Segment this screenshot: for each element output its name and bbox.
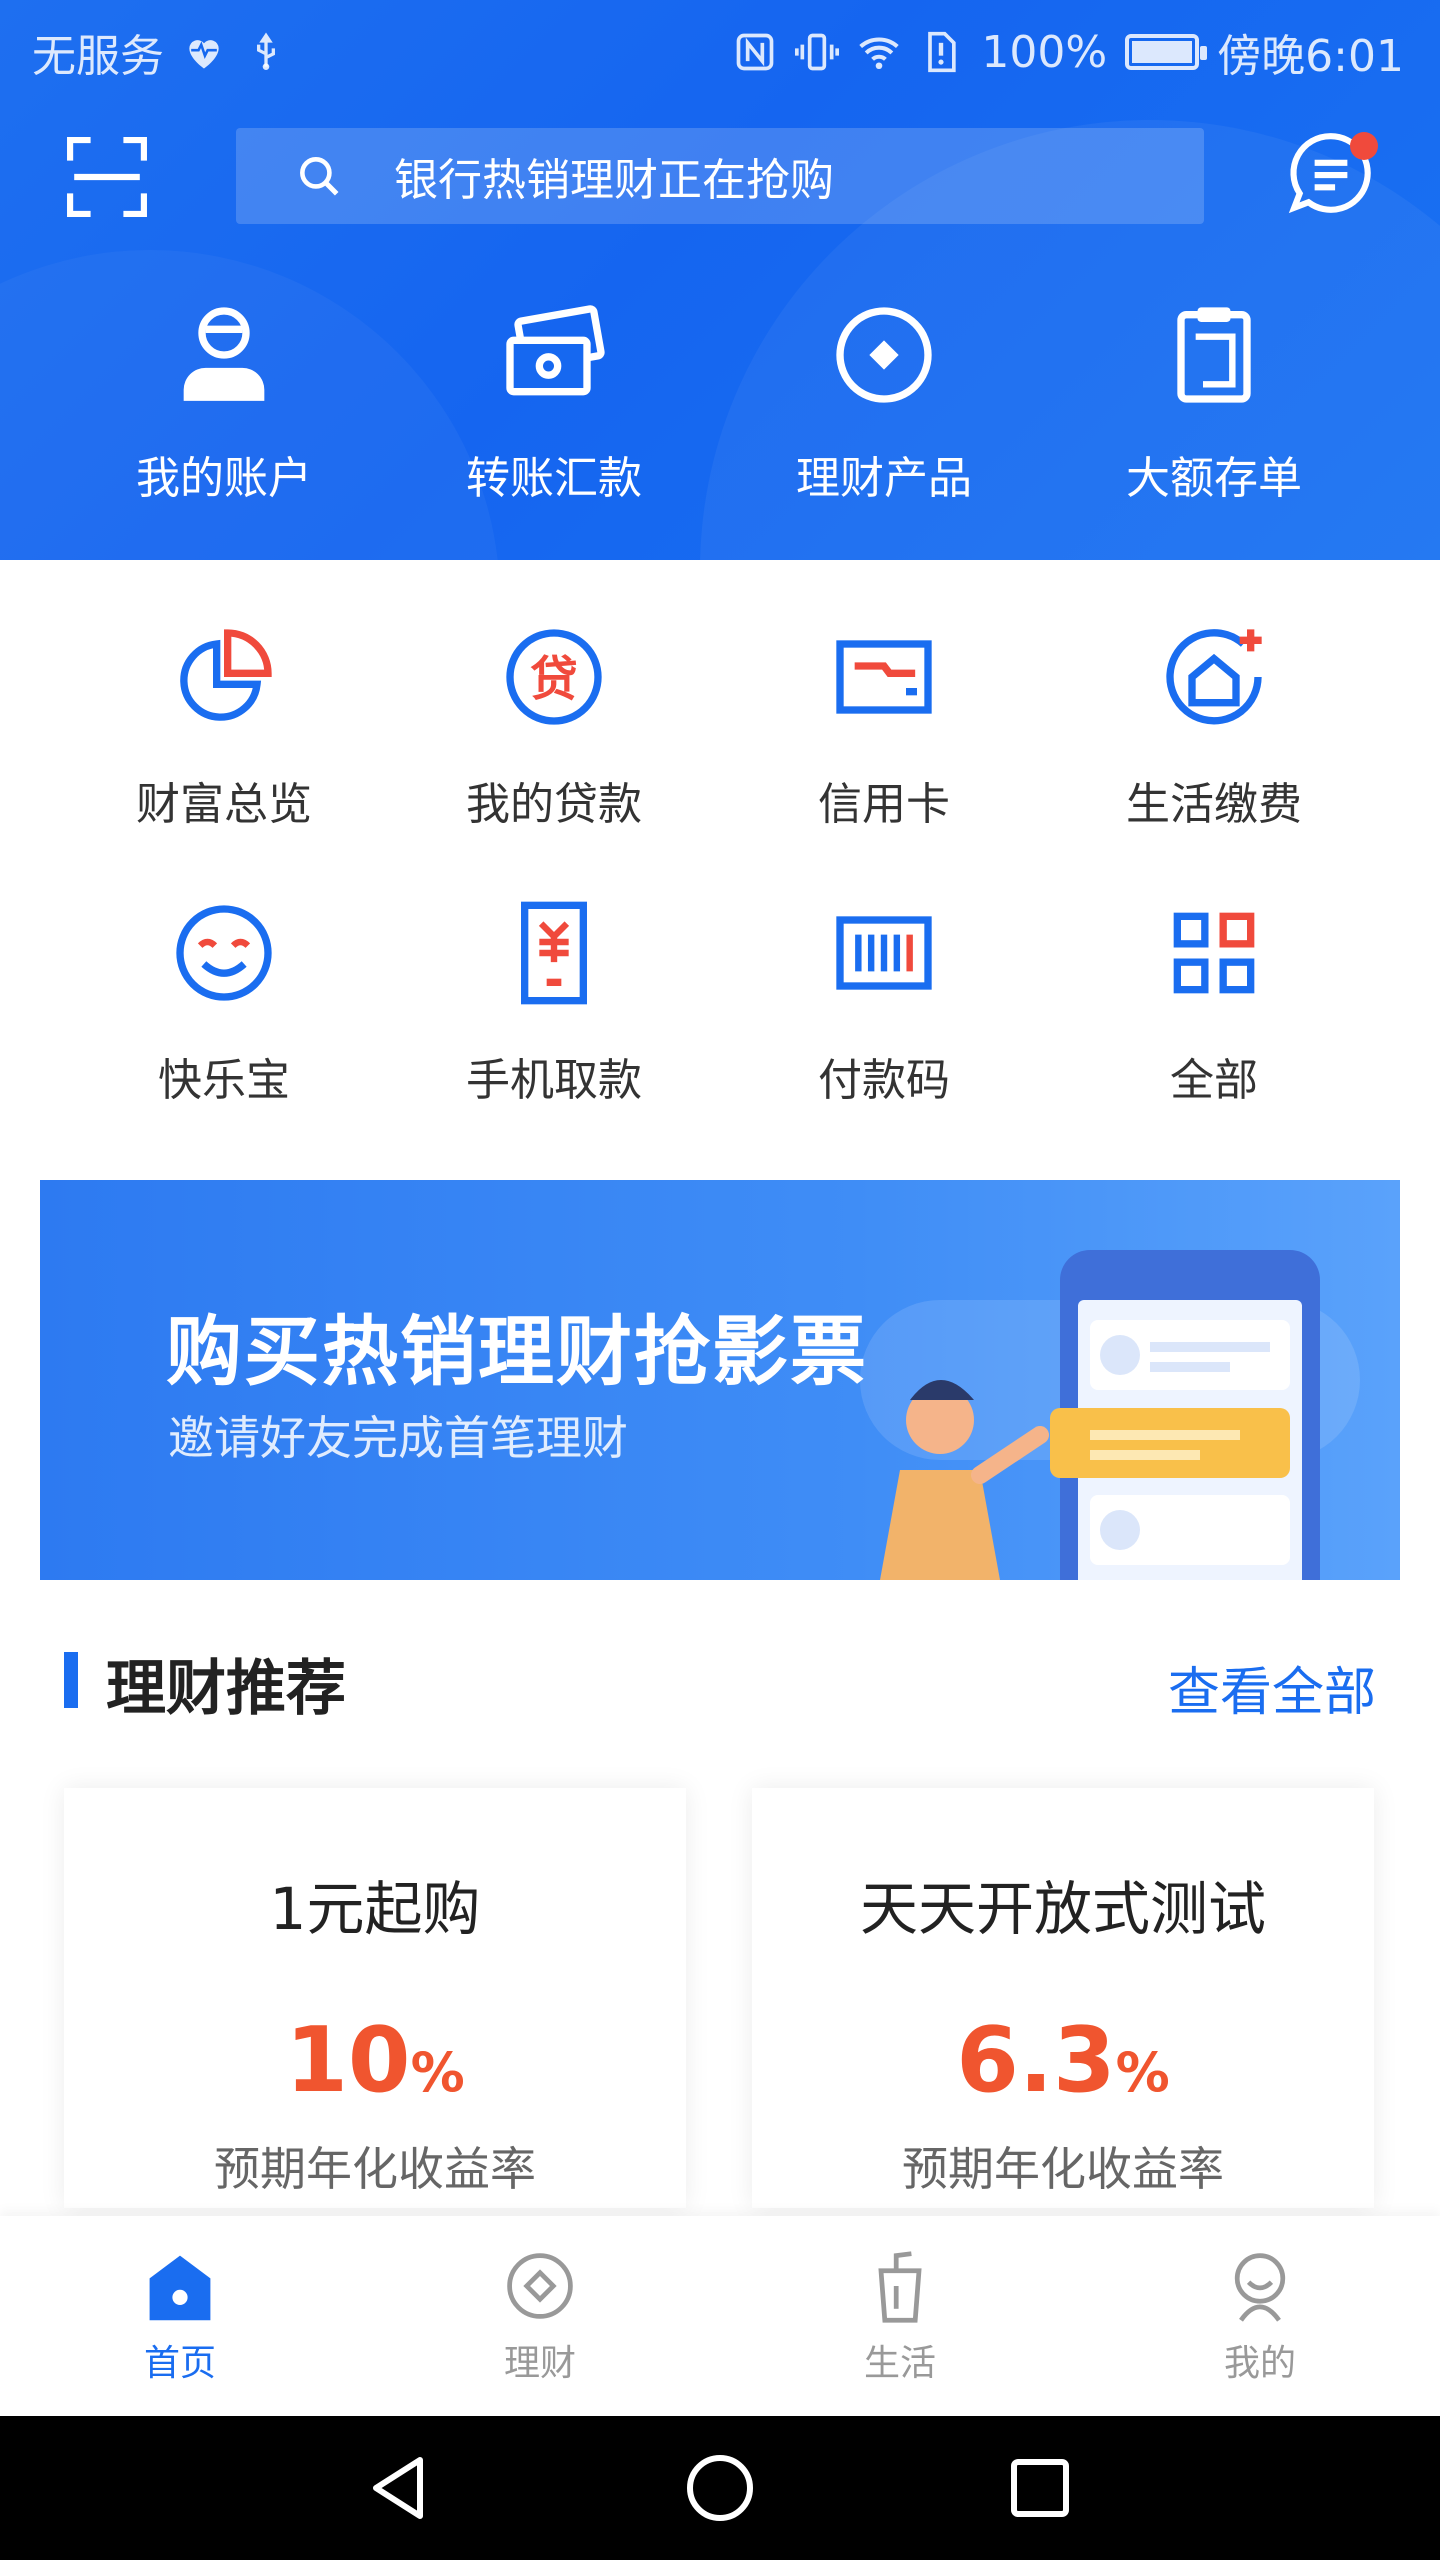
user-icon — [183, 307, 265, 401]
scan-icon[interactable] — [66, 136, 148, 218]
profile-icon — [1234, 2253, 1286, 2322]
tab-home[interactable]: 首页 — [60, 2248, 300, 2386]
search-bar[interactable]: 银行热销理财正在抢购 — [236, 128, 1204, 224]
notification-dot — [1350, 132, 1378, 160]
battery-percent: 100% — [981, 26, 1108, 78]
quick-transfer[interactable]: 转账汇款 — [389, 300, 719, 530]
bottom-tab-bar: 首页 理财 生活 我的 — [0, 2216, 1440, 2416]
grid-my-loans[interactable]: 贷 我的贷款 — [389, 622, 719, 832]
battery-icon — [1125, 34, 1208, 70]
search-icon — [300, 157, 339, 196]
grid-label: 快乐宝 — [158, 1055, 290, 1106]
grid-label: 财富总览 — [136, 779, 312, 830]
status-left: 无服务 — [32, 20, 288, 84]
carrier-text: 无服务 — [32, 31, 164, 82]
tab-label: 首页 — [143, 2343, 216, 2384]
smile-icon — [176, 905, 272, 1001]
home-plus-icon — [1166, 629, 1262, 725]
quick-label: 大额存单 — [1126, 453, 1302, 504]
quick-label: 我的账户 — [136, 453, 312, 504]
life-icon — [878, 2251, 922, 2323]
transfer-icon — [506, 305, 605, 396]
product-name: 天天开放式测试 — [859, 1875, 1266, 1943]
section-title: 理财推荐 — [106, 1654, 346, 1724]
grid-phone-withdraw[interactable]: 手机取款 — [389, 898, 719, 1108]
rate-label: 预期年化收益率 — [902, 2142, 1224, 2196]
certificate-icon — [1177, 307, 1251, 403]
header: 无服务 100% 傍晚6:01 银行热销理财正在抢购 我的账户 转账汇款 理财产… — [0, 0, 1440, 560]
wifi-icon — [859, 37, 900, 70]
sim-alert-icon — [928, 31, 957, 73]
barcode-icon — [836, 916, 932, 990]
clock: 傍晚6:01 — [1217, 31, 1404, 82]
pie-chart-icon — [180, 629, 272, 721]
tab-label: 理财 — [503, 2343, 576, 2384]
rate-value: 10 — [285, 2008, 411, 2113]
tab-label: 生活 — [863, 2343, 936, 2384]
rate-unit: % — [1115, 2041, 1170, 2104]
product-name: 1元起购 — [269, 1875, 481, 1943]
rate-unit: % — [410, 2041, 465, 2104]
home-icon — [149, 2255, 211, 2321]
grid-label: 生活缴费 — [1126, 779, 1302, 830]
banner-illustration — [880, 1250, 1320, 1580]
phone-withdraw-icon — [521, 901, 587, 1005]
status-right: 100% 傍晚6:01 — [733, 20, 1404, 84]
grid-payment-code[interactable]: 付款码 — [719, 898, 1049, 1108]
credit-card-icon — [836, 640, 932, 714]
quick-label: 转账汇款 — [466, 453, 642, 504]
grid-credit-card[interactable]: 信用卡 — [719, 622, 1049, 832]
home-circle-icon[interactable] — [684, 2452, 756, 2524]
quick-wealth-products[interactable]: 理财产品 — [719, 300, 1049, 530]
back-icon[interactable] — [364, 2452, 436, 2524]
tab-life[interactable]: 生活 — [780, 2248, 1020, 2386]
loan-icon: 贷 — [506, 629, 602, 725]
grid-wealth-overview[interactable]: 财富总览 — [59, 622, 389, 832]
banner-title: 购买热销理财抢影票 — [166, 1307, 868, 1396]
rate-value: 6.3 — [956, 2008, 1116, 2113]
grid-icon — [1173, 912, 1255, 994]
status-bar: 无服务 100% 傍晚6:01 — [0, 0, 1440, 100]
nfc-icon — [737, 33, 774, 71]
grid-label: 手机取款 — [466, 1055, 642, 1106]
rate-label: 预期年化收益率 — [214, 2142, 536, 2196]
tab-wealth[interactable]: 理财 — [420, 2248, 660, 2386]
view-all-link[interactable]: 查看全部 — [1168, 1650, 1376, 1725]
product-card[interactable]: 1元起购 10% 预期年化收益率 — [64, 1788, 686, 2208]
wealth-icon — [507, 2253, 573, 2319]
vibrate-icon — [795, 33, 840, 71]
quick-large-deposit[interactable]: 大额存单 — [1049, 300, 1379, 530]
usb-icon — [257, 32, 275, 70]
recents-icon[interactable] — [1004, 2452, 1076, 2524]
tab-profile[interactable]: 我的 — [1140, 2248, 1380, 2386]
heart-icon — [189, 40, 219, 69]
grid-label: 信用卡 — [818, 779, 950, 830]
product-rate: 10% — [64, 2008, 686, 2113]
product-card[interactable]: 天天开放式测试 6.3% 预期年化收益率 — [752, 1788, 1374, 2208]
promo-banner[interactable]: 购买热销理财抢影票 邀请好友完成首笔理财 — [40, 1180, 1400, 1580]
product-rate: 6.3% — [752, 2008, 1374, 2113]
banner-subtitle: 邀请好友完成首笔理财 — [168, 1411, 628, 1465]
svg-text:贷: 贷 — [530, 652, 578, 707]
grid-label: 全部 — [1170, 1055, 1258, 1106]
grid-label: 我的贷款 — [466, 779, 642, 830]
system-nav-bar — [0, 2416, 1440, 2560]
section-accent-bar — [64, 1652, 78, 1708]
grid-label: 付款码 — [818, 1055, 950, 1106]
grid-all[interactable]: 全部 — [1049, 898, 1379, 1108]
quick-my-account[interactable]: 我的账户 — [59, 300, 389, 530]
quick-label: 理财产品 — [796, 453, 972, 504]
grid-life-payment[interactable]: 生活缴费 — [1049, 622, 1379, 832]
tab-label: 我的 — [1223, 2343, 1296, 2384]
grid-happy-treasure[interactable]: 快乐宝 — [59, 898, 389, 1108]
diamond-icon — [836, 307, 932, 403]
search-placeholder: 银行热销理财正在抢购 — [394, 155, 834, 206]
